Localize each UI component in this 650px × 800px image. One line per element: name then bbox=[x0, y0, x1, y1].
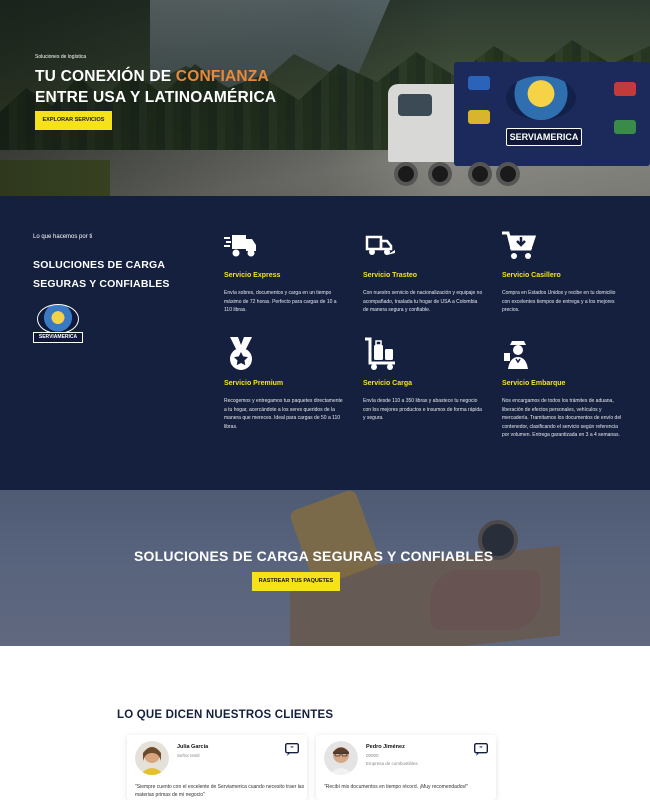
service-name: Servicio Carga bbox=[363, 380, 413, 387]
avatar bbox=[324, 741, 358, 775]
flag-badge bbox=[468, 76, 490, 90]
service-description: Recogemos y entregamos tus paquetes dire… bbox=[224, 398, 343, 430]
truck-trailer bbox=[454, 62, 650, 166]
truck-emblem bbox=[506, 76, 576, 120]
track-packages-button[interactable]: RASTREAR TUS PAQUETES bbox=[252, 572, 340, 591]
truck-wheel bbox=[468, 162, 492, 186]
testimonial-role: Señor testil bbox=[177, 753, 200, 758]
truck-wheel bbox=[428, 162, 452, 186]
service-embarque[interactable]: Servicio Embarque Nos encargamos de todo… bbox=[502, 337, 622, 440]
hero-title-part2: ENTRE USA Y LATINOAMÉRICA bbox=[35, 89, 277, 106]
service-name: Servicio Embarque bbox=[502, 380, 566, 387]
flag-badge bbox=[614, 120, 636, 134]
truck-image: SERVIAMERICA bbox=[388, 62, 650, 194]
truck-brand-label: SERVIAMERICA bbox=[506, 128, 582, 146]
service-description: Nos encargamos de todos los trámites de … bbox=[502, 398, 622, 438]
medal-star-icon bbox=[230, 337, 252, 370]
service-premium[interactable]: Servicio Premium Recogemos y entregamos … bbox=[224, 337, 344, 431]
quote-icon: " bbox=[285, 743, 299, 756]
customs-officer-icon bbox=[504, 341, 528, 369]
testimonial-name: Julia García bbox=[177, 744, 209, 750]
flag-badge bbox=[468, 110, 490, 124]
serviamerica-logo: SERVIAMERICA bbox=[33, 304, 83, 348]
service-description: Envía desde 110 a 350 libras y abastece … bbox=[363, 398, 482, 421]
svg-text:": " bbox=[479, 744, 483, 753]
testimonial-card: Pedro Jiménez 00000 Empresa de combustib… bbox=[316, 735, 496, 800]
flag-badge bbox=[614, 82, 636, 96]
quote-icon: " bbox=[474, 743, 488, 756]
cart-download-icon bbox=[502, 231, 537, 259]
testimonial-name: Pedro Jiménez bbox=[366, 744, 405, 750]
service-casillero[interactable]: Servicio Casillero Compra en Estados Uni… bbox=[502, 229, 622, 315]
hero-title-part1: TU CONEXIÓN DE bbox=[35, 68, 176, 85]
truck-cab bbox=[388, 84, 460, 162]
banner-overlay bbox=[0, 490, 650, 646]
truck-wheel bbox=[496, 162, 520, 186]
services-title: SOLUCIONES DE CARGA SEGURAS Y CONFIABLES bbox=[33, 259, 170, 290]
service-description: Envía sobres, documentos y carga en un t… bbox=[224, 290, 337, 313]
truck-window bbox=[398, 94, 432, 116]
hero-section: SERVIAMERICA Soluciones de logística TU … bbox=[0, 0, 650, 196]
service-description: Con nuestro servicio de nacionalización … bbox=[363, 290, 483, 313]
banner-title: SOLUCIONES DE CARGA SEGURAS Y CONFIABLES bbox=[134, 548, 494, 564]
avatar bbox=[135, 741, 169, 775]
service-name: Servicio Trasteo bbox=[363, 272, 418, 279]
testimonial-text: "Recibí mis documentos en tiempo récord.… bbox=[324, 784, 469, 790]
service-trasteo[interactable]: Servicio Trasteo Con nuestro servicio de… bbox=[363, 229, 483, 315]
testimonials-title: LO QUE DICEN NUESTROS CLIENTES bbox=[117, 709, 334, 721]
logo-text: SERVIAMERICA bbox=[33, 332, 83, 343]
service-express[interactable]: Servicio Express Envía sobres, documento… bbox=[224, 229, 344, 315]
testimonial-rating: 00000 bbox=[366, 753, 379, 758]
truck-ramp-icon bbox=[365, 235, 395, 255]
service-name: Servicio Express bbox=[224, 272, 281, 279]
testimonial-card: Julia García Señor testil " "Siempre cue… bbox=[127, 735, 307, 800]
hero-title-accent: CONFIANZA bbox=[175, 68, 269, 85]
explore-services-button[interactable]: EXPLORAR SERVICIOS bbox=[35, 111, 112, 130]
service-description: Compra en Estados Unidos y recibe en tu … bbox=[502, 290, 616, 313]
logo-emblem bbox=[37, 304, 79, 334]
truck-fast-icon bbox=[224, 235, 256, 257]
tracking-banner: SOLUCIONES DE CARGA SEGURAS Y CONFIABLES… bbox=[0, 490, 650, 646]
services-kicker: Lo que hacemos por ti bbox=[33, 234, 93, 240]
svg-text:": " bbox=[290, 744, 294, 753]
luggage-cart-icon bbox=[365, 337, 395, 370]
hero-kicker: Soluciones de logística bbox=[35, 54, 87, 60]
services-section: Lo que hacemos por ti SOLUCIONES DE CARG… bbox=[0, 196, 650, 490]
service-name: Servicio Premium bbox=[224, 380, 284, 387]
service-carga[interactable]: Servicio Carga Envía desde 110 a 350 lib… bbox=[363, 337, 483, 423]
testimonial-text: "Siempre cuento con el excelente de Serv… bbox=[135, 784, 305, 798]
hero-title: TU CONEXIÓN DE CONFIANZA ENTRE USA Y LAT… bbox=[35, 66, 305, 108]
service-name: Servicio Casillero bbox=[502, 272, 561, 279]
truck-wheel bbox=[394, 162, 418, 186]
testimonial-role: Empresa de combustibles bbox=[366, 761, 418, 766]
